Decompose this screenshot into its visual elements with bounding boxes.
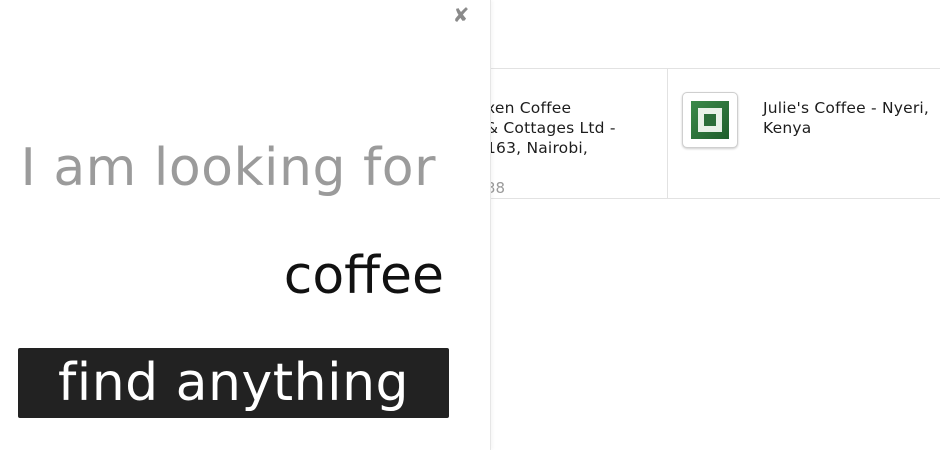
result-title[interactable]: Julie's Coffee - Nyeri, Kenya — [763, 98, 933, 138]
find-anything-button[interactable]: find anything — [18, 348, 449, 418]
close-icon[interactable]: ✘ — [451, 4, 471, 26]
result-title-line: & Cottages Ltd - — [486, 119, 616, 137]
search-prompt: I am looking for — [20, 138, 436, 198]
result-card[interactable]: Julie's Coffee - Nyeri, Kenya — [668, 69, 940, 198]
green-square-logo-icon[interactable] — [682, 92, 738, 148]
page: xen Coffee & Cottages Ltd - 163, Nairobi… — [0, 0, 940, 450]
result-title[interactable]: xen Coffee & Cottages Ltd - 163, Nairobi… — [486, 98, 666, 158]
search-panel: ✘ I am looking for find anything — [0, 0, 491, 450]
result-title-line: 163, Nairobi, — [486, 139, 589, 157]
search-input[interactable] — [24, 240, 444, 312]
result-title-line: xen Coffee — [486, 99, 572, 117]
